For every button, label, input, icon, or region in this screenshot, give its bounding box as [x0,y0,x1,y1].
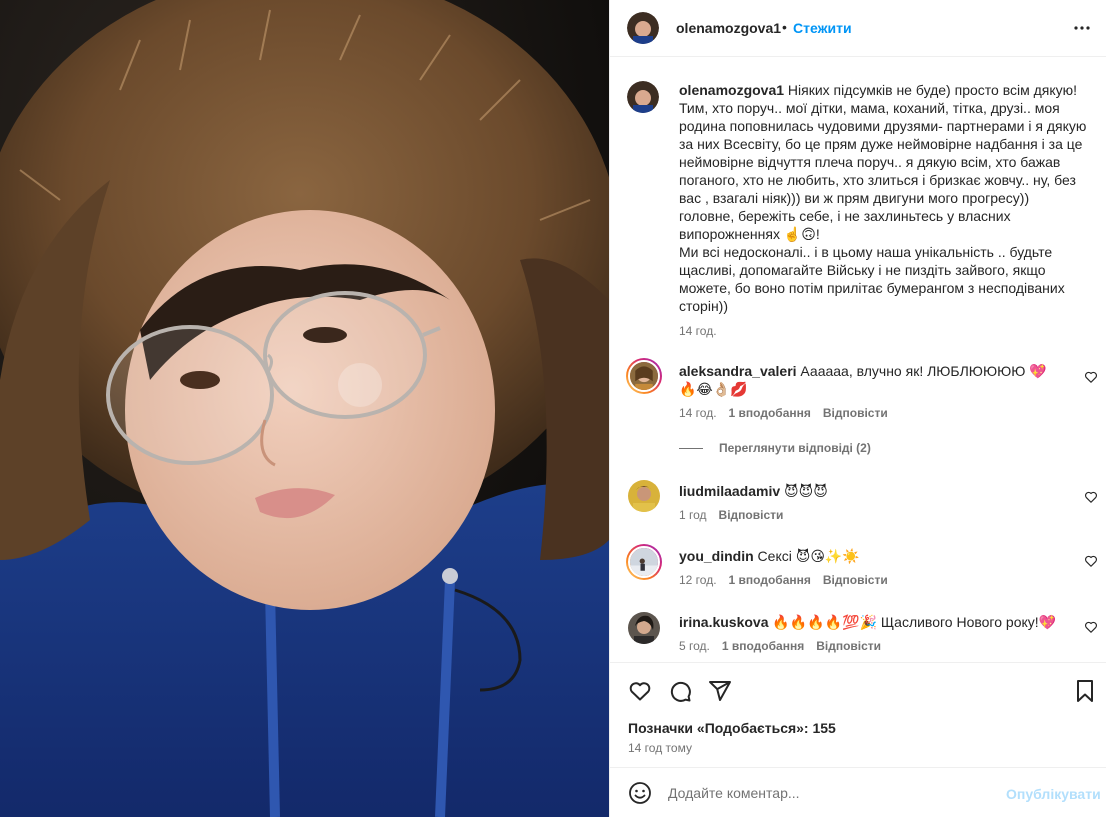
comment-text: you_dindin Сексі 😈😘✨☀️ [679,547,1064,565]
comment-time[interactable]: 1 год [679,508,707,522]
comment-meta: 5 год. 1 вподобання Відповісти [679,639,893,653]
separator-dot: • [782,19,787,35]
comment-time[interactable]: 5 год. [679,639,710,653]
commenter-avatar[interactable] [626,544,662,580]
comment-text: irina.kuskova 🔥🔥🔥🔥💯🎉 Щасливого Нового ро… [679,613,1064,631]
commenter-avatar[interactable] [628,612,660,644]
likes-count[interactable]: Позначки «Подобається»: 155 [628,720,836,736]
comment-meta: 12 год. 1 вподобання Відповісти [679,573,900,587]
post-actions: Позначки «Подобається»: 155 14 год тому [610,662,1106,767]
post-time-ago[interactable]: 14 год тому [628,741,692,755]
caption-username[interactable]: olenamozgova1 [679,82,784,98]
more-horizontal-icon[interactable] [1070,16,1094,40]
author-avatar[interactable] [627,12,659,44]
bookmark-icon[interactable] [1073,679,1097,703]
post-header: olenamozgova1 • Стежити [610,0,1106,57]
comment-likes[interactable]: 1 вподобання [729,573,811,587]
comment-likes[interactable]: 1 вподобання [722,639,804,653]
comment-text: aleksandra_valeri Аааааа, влучно як! ЛЮБ… [679,362,1064,398]
commenter-avatar[interactable] [626,358,662,394]
share-icon[interactable] [708,679,732,703]
post-detail-panel: olenamozgova1 • Стежити olenamozgova1 Ні… [609,0,1106,817]
comment-time[interactable]: 14 год. [679,406,717,420]
post-comment-button[interactable]: Опублікувати [1006,786,1101,802]
caption-text: olenamozgova1 Ніяких підсумків не буде) … [679,81,1087,315]
comment-username[interactable]: liudmilaadamiv [679,483,780,499]
view-replies-label: Переглянути відповіді (2) [719,441,871,455]
comment-body: 🔥🔥🔥🔥💯🎉 Щасливого Нового року!💖 [768,614,1057,630]
comment-like-icon[interactable] [1084,370,1098,384]
comment-like-icon[interactable] [1084,620,1098,634]
reply-button[interactable]: Відповісти [823,573,888,587]
comment-time[interactable]: 12 год. [679,573,717,587]
author-username[interactable]: olenamozgova1 [676,20,781,36]
reply-button[interactable]: Відповісти [816,639,881,653]
caption-timestamp[interactable]: 14 год. [679,324,717,338]
comment-body: Сексі 😈😘✨☀️ [753,548,860,564]
comment-input[interactable] [668,780,988,806]
reply-button[interactable]: Відповісти [719,508,784,522]
commenter-avatar[interactable] [628,480,660,512]
caption-body: Ніяких підсумків не буде) просто всім дя… [679,82,1087,314]
heart-icon[interactable] [628,679,652,703]
selfie-image [0,0,609,817]
comment-username[interactable]: irina.kuskova [679,614,769,630]
comment-like-icon[interactable] [1084,554,1098,568]
comment-text: liudmilaadamiv 😈😈😈 [679,482,1064,500]
comment-icon[interactable] [668,679,692,703]
view-replies-button[interactable]: Переглянути відповіді (2) [679,441,871,455]
comment-username[interactable]: you_dindin [679,548,754,564]
comments-scroll-area[interactable]: olenamozgova1 Ніяких підсумків не буде) … [610,58,1106,662]
comment-composer: Опублікувати [610,767,1106,817]
comment-likes[interactable]: 1 вподобання [729,406,811,420]
reply-button[interactable]: Відповісти [823,406,888,420]
comment-username[interactable]: aleksandra_valeri [679,363,797,379]
follow-button[interactable]: Стежити [793,20,852,36]
comment-meta: 1 год Відповісти [679,508,795,522]
replies-divider [679,448,703,450]
comment-like-icon[interactable] [1084,490,1098,504]
emoji-icon[interactable] [628,781,652,805]
caption-avatar[interactable] [627,81,659,113]
comment-meta: 14 год. 1 вподобання Відповісти [679,406,900,420]
post-photo[interactable] [0,0,609,817]
comment-body: 😈😈😈 [780,483,828,499]
